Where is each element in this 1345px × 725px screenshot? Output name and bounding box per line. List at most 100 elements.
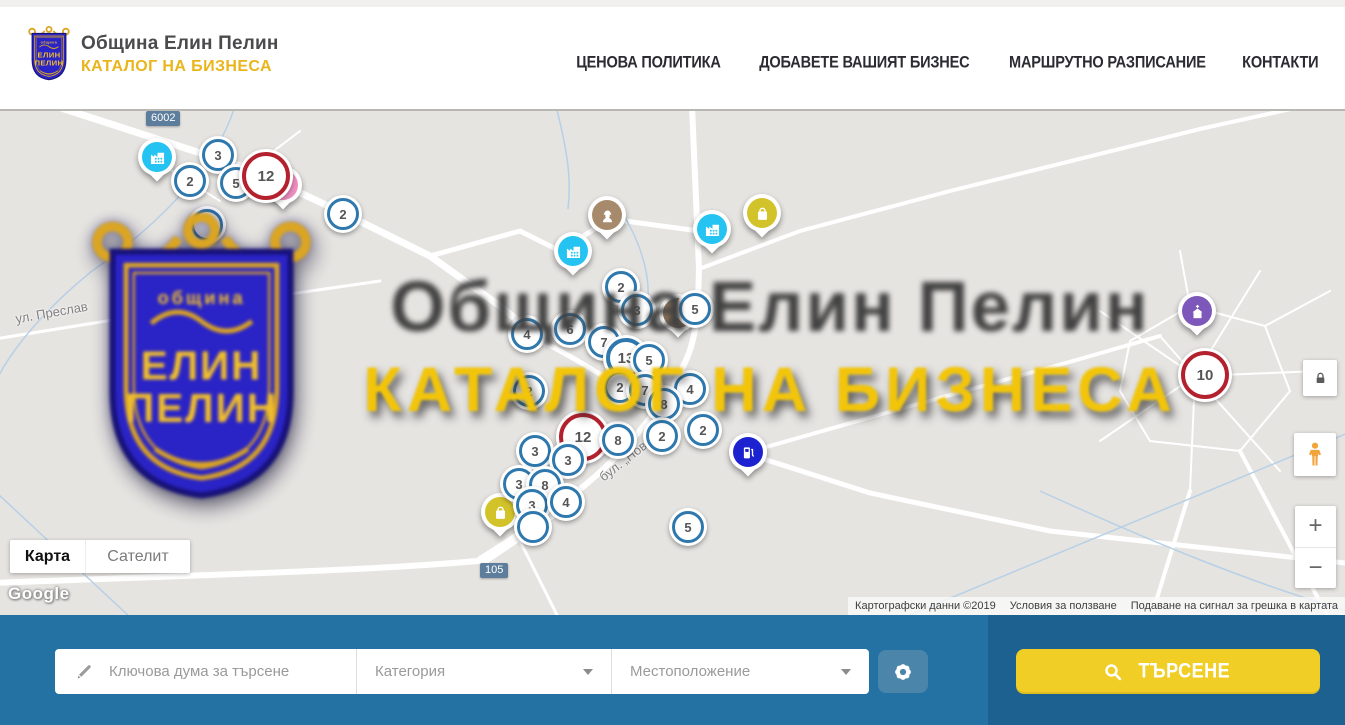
nav-item[interactable]: ДОБАВЕТЕ ВАШИЯТ БИЗНЕС [759, 53, 969, 72]
cluster-marker[interactable]: 5 [669, 508, 707, 546]
bag-pin[interactable] [743, 194, 781, 244]
cluster-marker[interactable]: 2 [324, 195, 362, 233]
site-logo[interactable]: община ЕЛИН ПЕЛИН Община Елин Пелин КАТА… [27, 22, 279, 86]
search-bar: ТЪРСЕНЕ Категория Местоположение [0, 615, 1345, 725]
cluster-marker[interactable]: 10 [1178, 348, 1232, 402]
keyword-search-input[interactable] [107, 662, 337, 681]
fuel-icon [733, 437, 763, 467]
church-pin[interactable] [1178, 292, 1216, 342]
road-number-chip: 6002 [146, 111, 180, 126]
location-select-label: Местоположение [630, 663, 750, 680]
cluster-marker[interactable] [514, 508, 552, 546]
header: община ЕЛИН ПЕЛИН Община Елин Пелин КАТА… [0, 0, 1345, 111]
bag-icon [747, 198, 777, 228]
cluster-count: 8 [648, 388, 680, 420]
zoom-out-button[interactable]: − [1295, 548, 1336, 589]
street-view-pegman-button[interactable] [1294, 433, 1336, 476]
pencil-icon [75, 662, 94, 681]
road-number-chip: 105 [480, 563, 508, 578]
zoom-control: + − [1295, 506, 1336, 588]
map-type-satellite-button[interactable]: Сателит [86, 540, 190, 573]
google-logo[interactable]: Google [8, 584, 70, 604]
pin-head [693, 210, 731, 248]
svg-text:ПЕЛИН: ПЕЛИН [35, 59, 64, 68]
municipality-crest-icon: община ЕЛИН ПЕЛИН [27, 22, 71, 86]
map-type-control: Карта Сателит [10, 540, 190, 573]
cluster-marker[interactable]: 2 [171, 162, 209, 200]
search-submit-panel: ТЪРСЕНЕ [988, 615, 1345, 725]
search-button[interactable]: ТЪРСЕНЕ [1016, 649, 1320, 694]
fuel-pin[interactable] [729, 433, 767, 483]
cluster-count: 4 [511, 318, 543, 350]
cluster-count: 2 [646, 420, 678, 452]
category-select-label: Категория [375, 663, 445, 680]
cluster-marker[interactable]: 8 [599, 421, 637, 459]
attribution-copyright: Картографски данни ©2019 [855, 600, 996, 612]
cluster-marker[interactable]: 2 [643, 417, 681, 455]
search-icon [1103, 662, 1123, 682]
factory-icon [697, 214, 727, 244]
factory-pin[interactable] [554, 232, 592, 282]
pin-head [588, 196, 626, 234]
lock-control-button[interactable] [1303, 360, 1337, 396]
pin-head [138, 138, 176, 176]
terms-link[interactable]: Условия за ползване [1010, 600, 1117, 612]
search-button-label: ТЪРСЕНЕ [1139, 659, 1231, 683]
cluster-count: 2 [687, 414, 719, 446]
map-canvas[interactable]: 6002105ул. Преславбул. „Новосел325122235… [0, 111, 1345, 615]
pin-head [1178, 292, 1216, 330]
cluster-count: 8 [602, 424, 634, 456]
cluster-marker[interactable]: 4 [547, 483, 585, 521]
pin-head [743, 194, 781, 232]
category-select[interactable]: Категория [357, 649, 612, 694]
chevron-down-icon [583, 669, 593, 675]
report-error-link[interactable]: Подаване на сигнал за грешка в картата [1131, 600, 1338, 612]
cluster-count: 5 [672, 511, 704, 543]
cluster-count: 2 [327, 198, 359, 230]
nav-item[interactable]: КОНТАКТИ [1243, 53, 1319, 72]
cluster-marker[interactable]: 3 [618, 291, 656, 329]
cluster-marker[interactable]: 5 [676, 290, 714, 328]
cluster-count [191, 209, 223, 241]
cluster-marker[interactable]: 4 [508, 315, 546, 353]
gear-icon [891, 660, 915, 684]
bag-icon [485, 497, 515, 527]
cluster-count [517, 511, 549, 543]
factory-pin[interactable] [693, 210, 731, 260]
site-title: Община Елин Пелин [81, 33, 279, 55]
site-subtitle: КАТАЛОГ НА БИЗНЕСА [81, 58, 279, 76]
search-fields: Категория Местоположение [55, 649, 869, 694]
nav-item[interactable]: ЦЕНОВА ПОЛИТИКА [576, 53, 720, 72]
lock-icon [1313, 371, 1328, 386]
cluster-marker[interactable] [188, 206, 226, 244]
pin-head [554, 232, 592, 270]
cluster-marker[interactable]: 2 [684, 411, 722, 449]
pin-head [729, 433, 767, 471]
svg-text:ЕЛИН: ЕЛИН [37, 51, 60, 60]
svg-text:община: община [41, 40, 58, 44]
cluster-count: 3 [519, 435, 551, 467]
cluster-count: 6 [554, 313, 586, 345]
main-nav: ЦЕНОВА ПОЛИТИКА ДОБАВЕТЕ ВАШИЯТ БИЗНЕС МАР… [574, 54, 1320, 71]
page: община ЕЛИН ПЕЛИН Община Елин Пелин КАТА… [0, 0, 1345, 725]
zoom-in-button[interactable]: + [1295, 506, 1336, 548]
cluster-marker[interactable]: 2 [510, 372, 548, 410]
top-strip [0, 0, 1345, 7]
cluster-marker[interactable]: 12 [239, 149, 293, 203]
cluster-count: 3 [621, 294, 653, 326]
cluster-marker[interactable]: 6 [551, 310, 589, 348]
cluster-count: 5 [679, 293, 711, 325]
cluster-count: 4 [550, 486, 582, 518]
location-select[interactable]: Местоположение [612, 649, 869, 694]
worker-pin[interactable] [588, 196, 626, 246]
factory-icon [558, 236, 588, 266]
church-icon [1182, 296, 1212, 326]
worker-icon [592, 200, 622, 230]
brand-text: Община Елин Пелин КАТАЛОГ НА БИЗНЕСА [81, 33, 279, 76]
map-type-map-button[interactable]: Карта [10, 540, 86, 573]
nav-item[interactable]: МАРШРУТНО РАЗПИСАНИЕ [1009, 53, 1206, 72]
factory-icon [142, 142, 172, 172]
advanced-settings-button[interactable] [878, 650, 928, 693]
keyword-field-wrap [55, 649, 357, 694]
cluster-count: 12 [242, 152, 290, 200]
